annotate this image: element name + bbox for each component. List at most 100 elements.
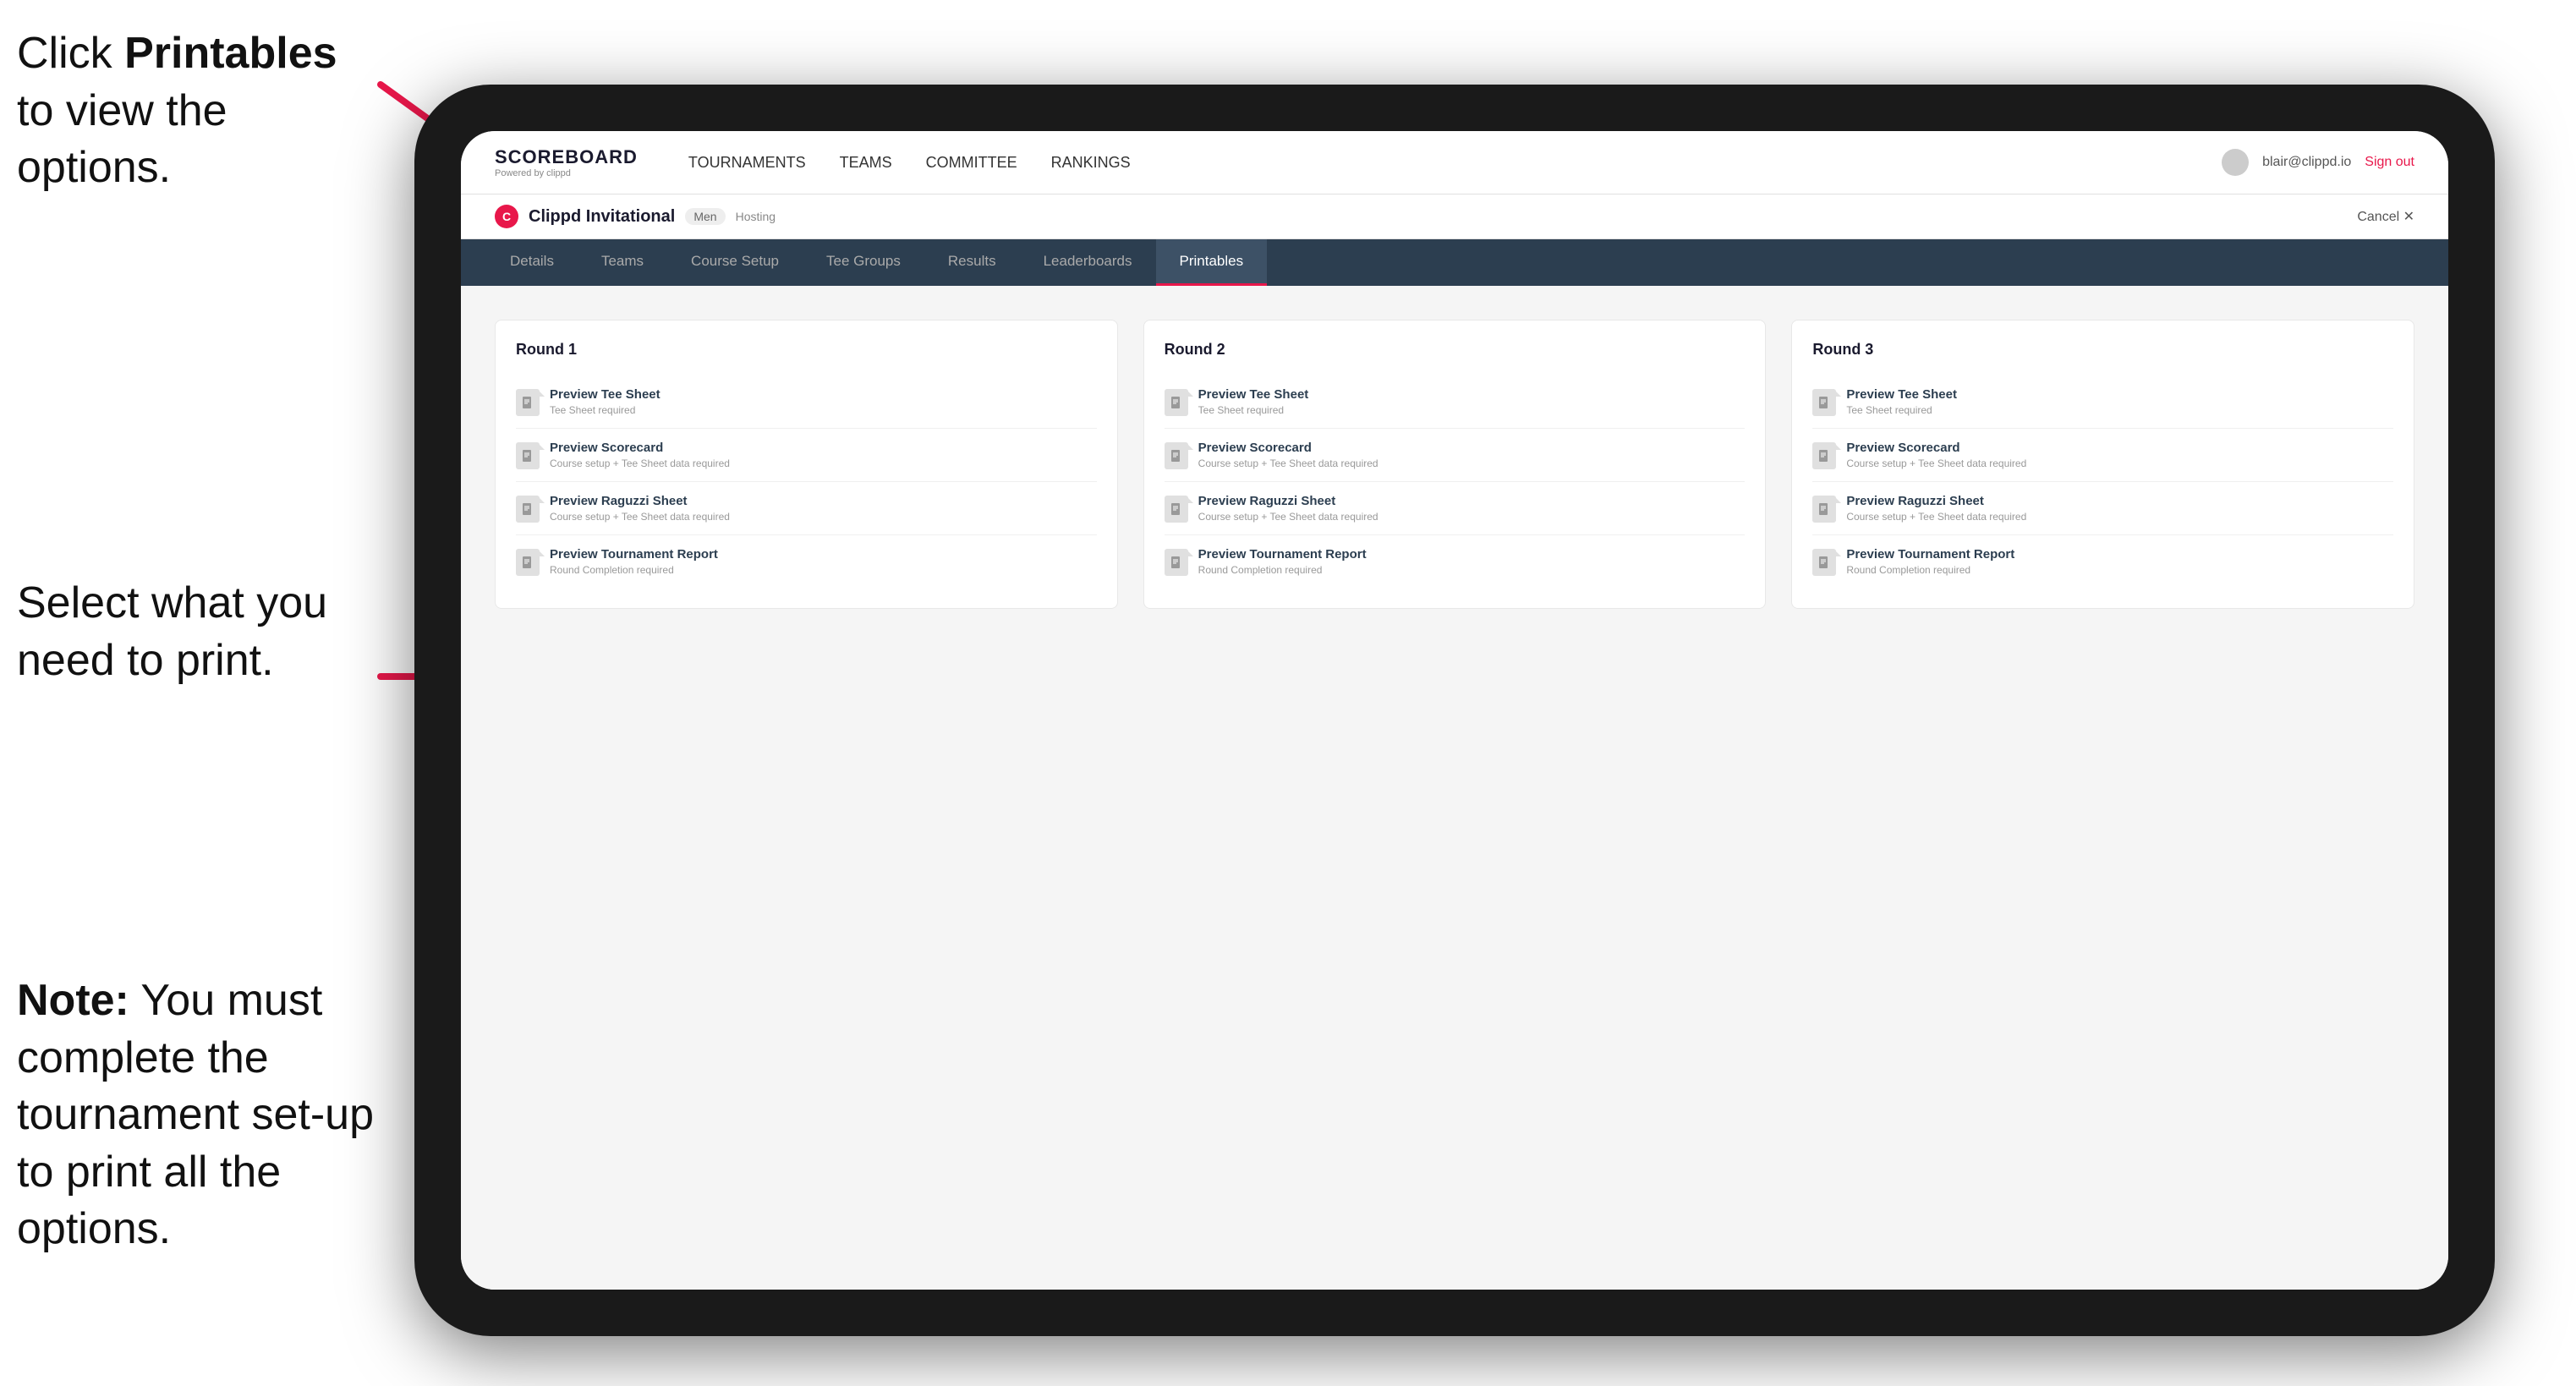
round2-tee-sheet-subtitle: Tee Sheet required (1198, 404, 1746, 416)
round3-report-subtitle: Round Completion required (1846, 564, 2393, 576)
tab-leaderboards[interactable]: Leaderboards (1020, 239, 1156, 286)
print-text-group: Preview Raguzzi Sheet Course setup + Tee… (1198, 494, 1746, 523)
print-text-group: Preview Raguzzi Sheet Course setup + Tee… (550, 494, 1097, 523)
round3-scorecard[interactable]: Preview Scorecard Course setup + Tee She… (1812, 429, 2393, 482)
round3-tee-sheet[interactable]: Preview Tee Sheet Tee Sheet required (1812, 375, 2393, 429)
round2-report-subtitle: Round Completion required (1198, 564, 1746, 576)
round1-report-title: Preview Tournament Report (550, 547, 1097, 562)
round2-scorecard-title: Preview Scorecard (1198, 441, 1746, 455)
print-icon (1812, 389, 1836, 416)
round1-scorecard[interactable]: Preview Scorecard Course setup + Tee She… (516, 429, 1097, 482)
print-icon (516, 496, 540, 523)
round3-report-title: Preview Tournament Report (1846, 547, 2393, 562)
nav-items: TOURNAMENTS TEAMS COMMITTEE RANKINGS (688, 151, 2179, 175)
note-bold: Note: (17, 976, 129, 1025)
print-icon (516, 389, 540, 416)
logo-sub: Powered by clippd (495, 168, 638, 178)
nav-teams[interactable]: TEAMS (840, 151, 892, 175)
round3-raguzzi[interactable]: Preview Raguzzi Sheet Course setup + Tee… (1812, 482, 2393, 535)
print-icon (1812, 496, 1836, 523)
round3-tee-sheet-title: Preview Tee Sheet (1846, 387, 2393, 402)
tournament-status: Hosting (736, 210, 776, 223)
round3-scorecard-subtitle: Course setup + Tee Sheet data required (1846, 457, 2393, 469)
print-icon (1165, 389, 1188, 416)
nav-rankings[interactable]: RANKINGS (1051, 151, 1131, 175)
round2-tournament-report[interactable]: Preview Tournament Report Round Completi… (1165, 535, 1746, 588)
tablet-frame: SCOREBOARD Powered by clippd TOURNAMENTS… (414, 85, 2495, 1336)
round2-raguzzi-title: Preview Raguzzi Sheet (1198, 494, 1746, 508)
tournament-division: Men (685, 208, 725, 225)
round-2-section: Round 2 Preview Tee Sheet Tee Sheet requ… (1143, 320, 1767, 609)
print-icon (516, 442, 540, 469)
cancel-button[interactable]: Cancel ✕ (2357, 208, 2414, 225)
round1-tee-sheet-subtitle: Tee Sheet required (550, 404, 1097, 416)
print-icon (1165, 549, 1188, 576)
round1-tournament-report[interactable]: Preview Tournament Report Round Completi… (516, 535, 1097, 588)
print-icon (1165, 442, 1188, 469)
round1-raguzzi-title: Preview Raguzzi Sheet (550, 494, 1097, 508)
main-content: Round 1 Preview Tee Sheet Tee Sheet requ… (461, 286, 2448, 1290)
round2-scorecard[interactable]: Preview Scorecard Course setup + Tee She… (1165, 429, 1746, 482)
print-text-group: Preview Tee Sheet Tee Sheet required (1846, 387, 2393, 416)
tab-teams[interactable]: Teams (578, 239, 667, 286)
logo-title: SCOREBOARD (495, 146, 638, 168)
tab-course-setup[interactable]: Course Setup (667, 239, 803, 286)
user-email: blair@clippd.io (2262, 155, 2351, 170)
round1-tee-sheet[interactable]: Preview Tee Sheet Tee Sheet required (516, 375, 1097, 429)
print-text-group: Preview Tournament Report Round Completi… (550, 547, 1097, 576)
instruction-suffix: to view the options. (17, 86, 227, 193)
rounds-grid: Round 1 Preview Tee Sheet Tee Sheet requ… (495, 320, 2414, 609)
tab-tee-groups[interactable]: Tee Groups (803, 239, 924, 286)
round3-raguzzi-title: Preview Raguzzi Sheet (1846, 494, 2393, 508)
print-icon (516, 549, 540, 576)
nav-right: blair@clippd.io Sign out (2222, 149, 2414, 176)
round2-tee-sheet[interactable]: Preview Tee Sheet Tee Sheet required (1165, 375, 1746, 429)
tab-printables[interactable]: Printables (1156, 239, 1268, 286)
round2-raguzzi-subtitle: Course setup + Tee Sheet data required (1198, 511, 1746, 523)
round1-scorecard-subtitle: Course setup + Tee Sheet data required (550, 457, 1097, 469)
round1-scorecard-title: Preview Scorecard (550, 441, 1097, 455)
round1-raguzzi[interactable]: Preview Raguzzi Sheet Course setup + Tee… (516, 482, 1097, 535)
sign-out-link[interactable]: Sign out (2365, 155, 2414, 170)
round2-tee-sheet-title: Preview Tee Sheet (1198, 387, 1746, 402)
print-text-group: Preview Tournament Report Round Completi… (1198, 547, 1746, 576)
round-3-title: Round 3 (1812, 341, 2393, 359)
logo-area: SCOREBOARD Powered by clippd (495, 146, 638, 178)
print-text-group: Preview Scorecard Course setup + Tee She… (550, 441, 1097, 469)
avatar (2222, 149, 2249, 176)
print-text-group: Preview Scorecard Course setup + Tee She… (1846, 441, 2393, 469)
round3-raguzzi-subtitle: Course setup + Tee Sheet data required (1846, 511, 2393, 523)
instruction-middle-text: Select what you need to print. (17, 578, 327, 685)
nav-committee[interactable]: COMMITTEE (926, 151, 1017, 175)
tab-results[interactable]: Results (924, 239, 1020, 286)
print-text-group: Preview Raguzzi Sheet Course setup + Tee… (1846, 494, 2393, 523)
print-text-group: Preview Tournament Report Round Completi… (1846, 547, 2393, 576)
round3-scorecard-title: Preview Scorecard (1846, 441, 2393, 455)
tournament-header: C Clippd Invitational Men Hosting Cancel… (461, 194, 2448, 239)
tournament-name: Clippd Invitational (529, 207, 675, 227)
instruction-prefix: Click (17, 29, 124, 78)
nav-tournaments[interactable]: TOURNAMENTS (688, 151, 806, 175)
round-1-section: Round 1 Preview Tee Sheet Tee Sheet requ… (495, 320, 1118, 609)
print-icon (1812, 549, 1836, 576)
round2-raguzzi[interactable]: Preview Raguzzi Sheet Course setup + Tee… (1165, 482, 1746, 535)
print-text-group: Preview Tee Sheet Tee Sheet required (1198, 387, 1746, 416)
round3-tee-sheet-subtitle: Tee Sheet required (1846, 404, 2393, 416)
tournament-logo: C (495, 205, 518, 228)
round3-tournament-report[interactable]: Preview Tournament Report Round Completi… (1812, 535, 2393, 588)
tournament-title: C Clippd Invitational Men Hosting (495, 205, 776, 228)
tab-bar: Details Teams Course Setup Tee Groups Re… (461, 239, 2448, 286)
print-icon (1165, 496, 1188, 523)
round-1-title: Round 1 (516, 341, 1097, 359)
top-nav: SCOREBOARD Powered by clippd TOURNAMENTS… (461, 131, 2448, 194)
tab-details[interactable]: Details (486, 239, 578, 286)
round2-report-title: Preview Tournament Report (1198, 547, 1746, 562)
instruction-top: Click Printables to view the options. (17, 25, 372, 197)
print-text-group: Preview Tee Sheet Tee Sheet required (550, 387, 1097, 416)
round1-raguzzi-subtitle: Course setup + Tee Sheet data required (550, 511, 1097, 523)
tournament-initial: C (502, 210, 511, 223)
round2-scorecard-subtitle: Course setup + Tee Sheet data required (1198, 457, 1746, 469)
print-icon (1812, 442, 1836, 469)
round-3-section: Round 3 Preview Tee Sheet Tee Sheet requ… (1791, 320, 2414, 609)
round1-report-subtitle: Round Completion required (550, 564, 1097, 576)
